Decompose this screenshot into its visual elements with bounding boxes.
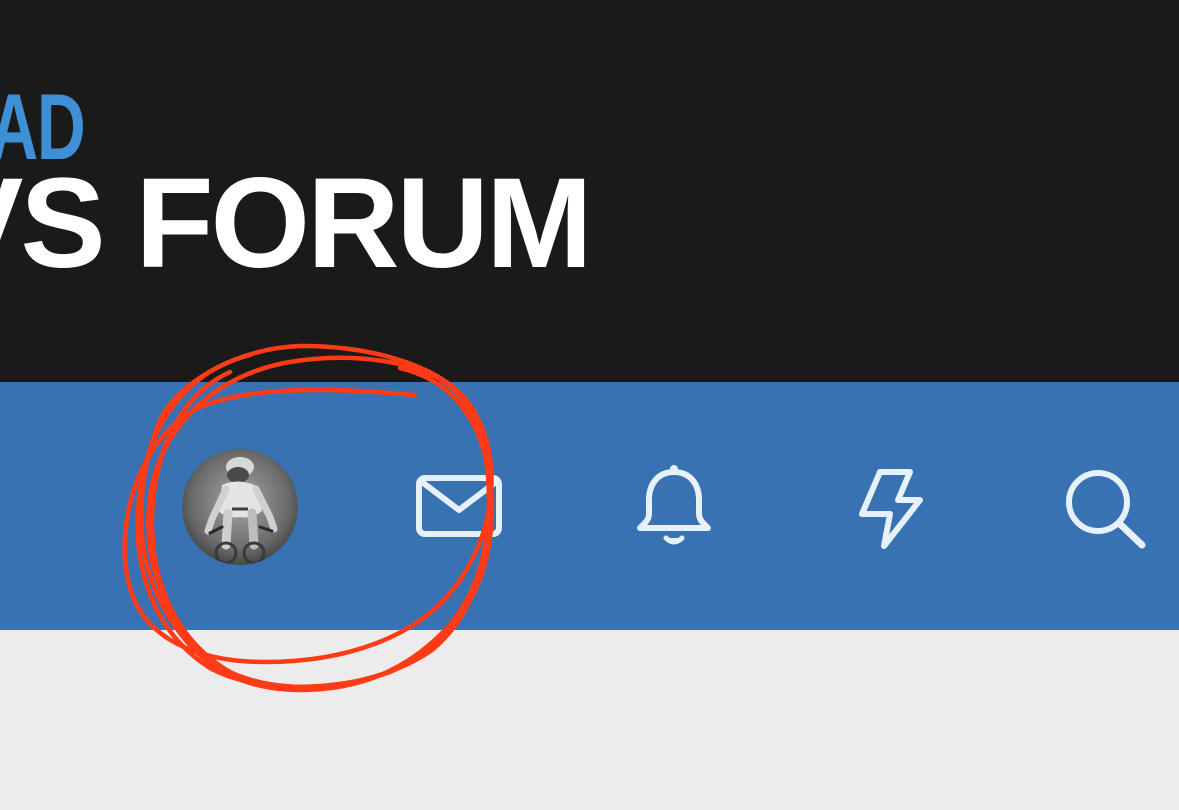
messages-button[interactable] [412,470,506,542]
logo-main-text[interactable]: VS FORUM [0,160,593,288]
user-avatar[interactable] [182,449,298,565]
site-header: RAD VS FORUM [0,0,1179,382]
notifications-button[interactable] [634,462,714,552]
nav-bar [0,382,1179,630]
mail-icon [416,475,502,537]
cyclist-avatar-image [182,449,298,565]
search-icon [1066,470,1146,549]
lightning-icon [859,469,923,549]
bell-icon [637,465,711,545]
whats-new-button[interactable] [854,466,926,550]
search-button[interactable] [1062,467,1150,551]
page-content [0,630,1179,810]
